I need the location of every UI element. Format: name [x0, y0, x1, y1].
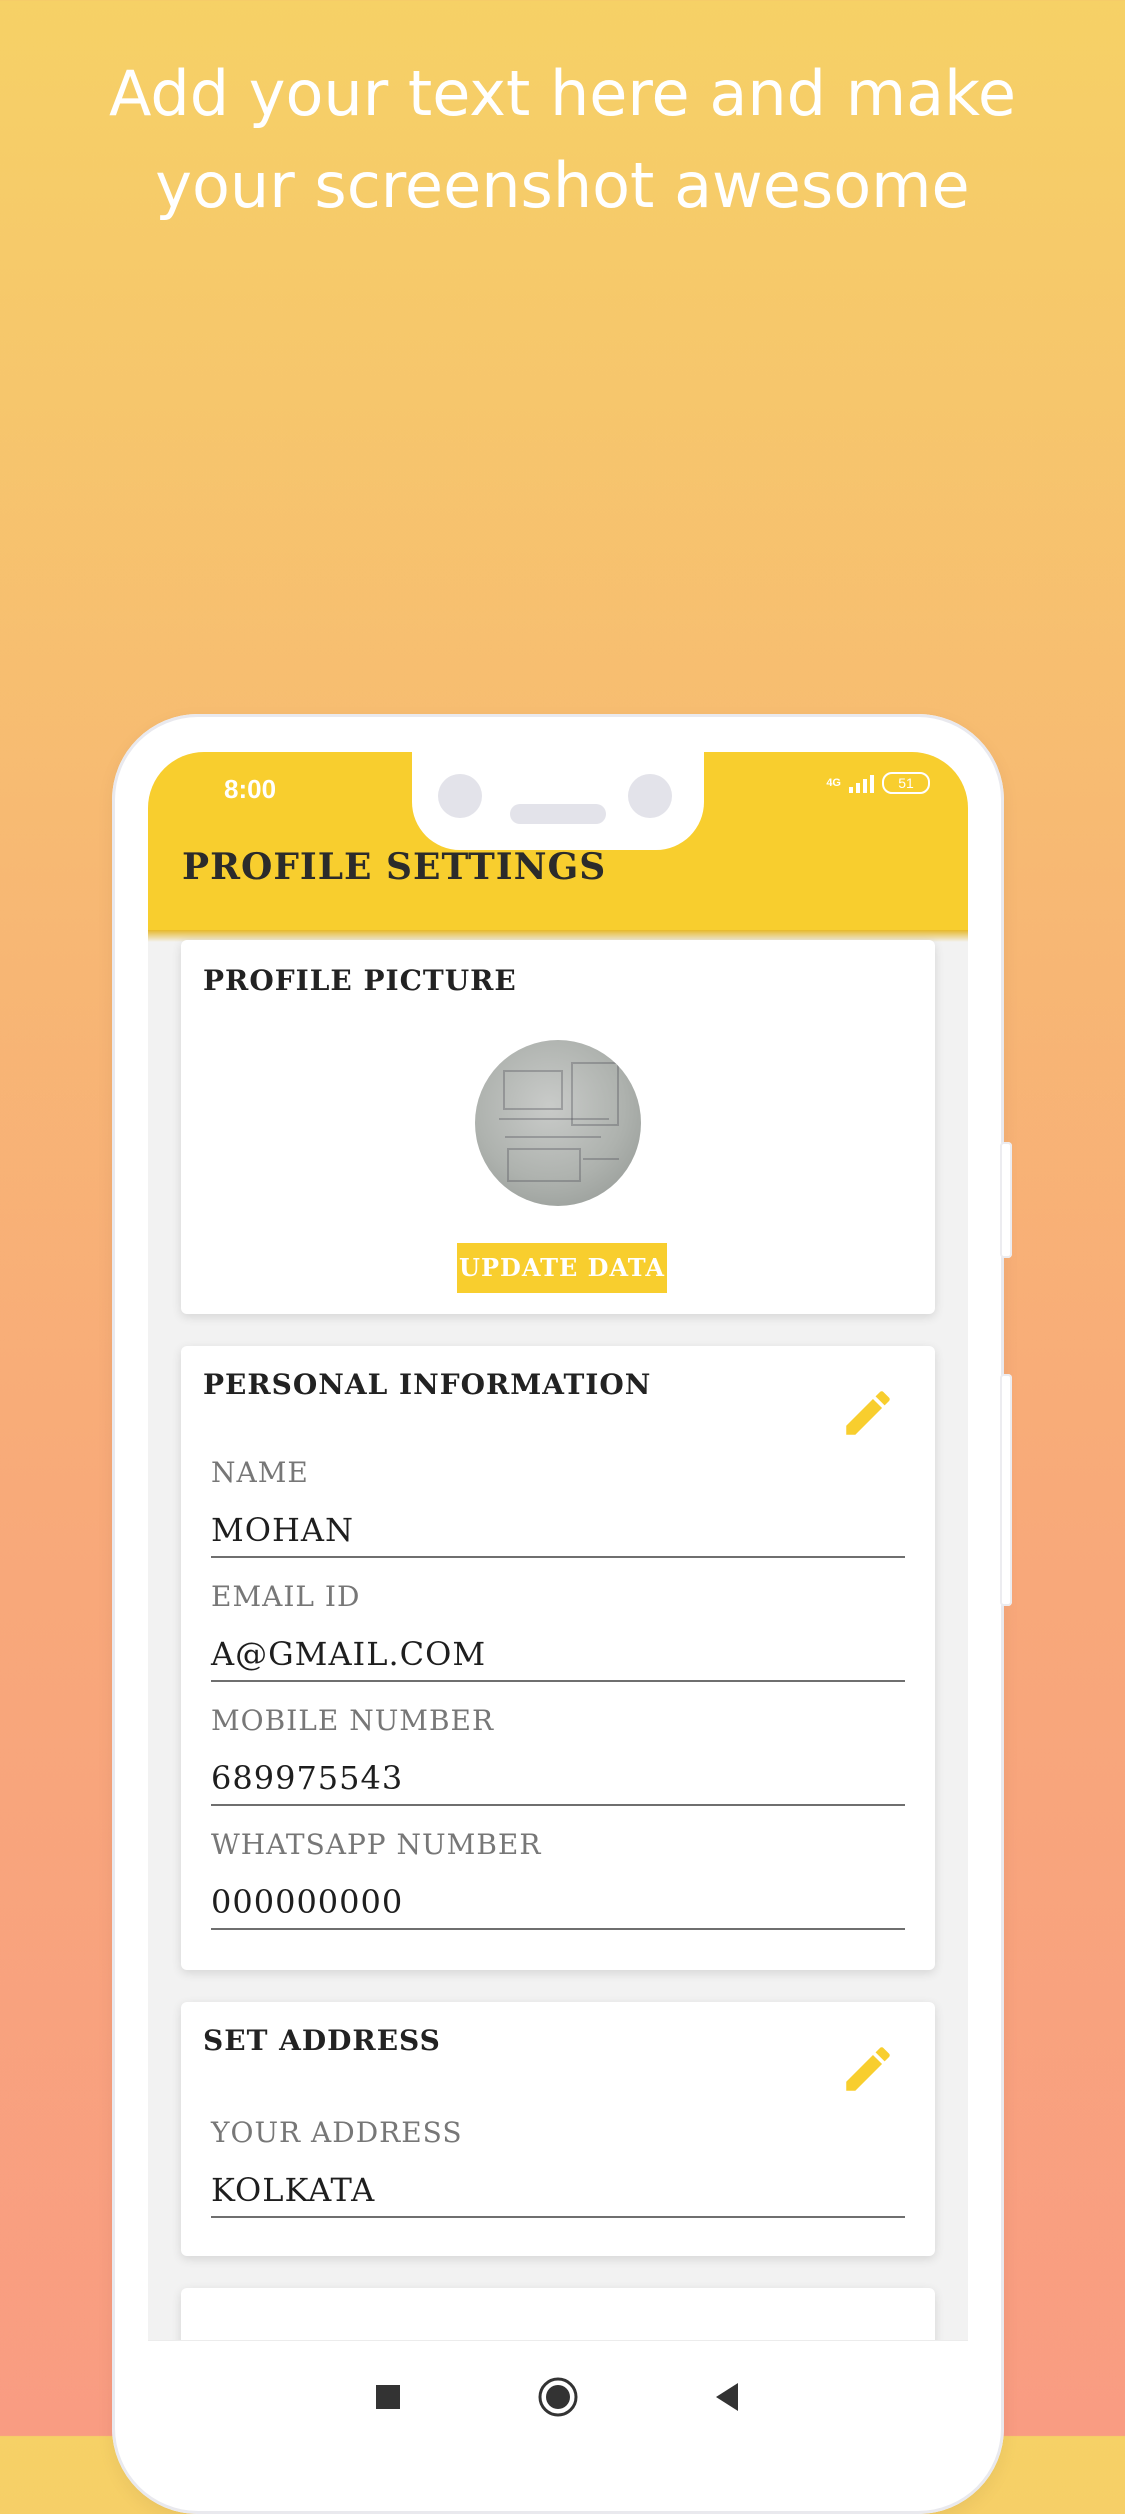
personal-information-card: PERSONAL INFORMATION NAME MOHAN EMAIL ID…	[181, 1346, 935, 1970]
home-button[interactable]	[534, 2373, 582, 2421]
promo-headline: Add your text here and make your screens…	[0, 48, 1125, 232]
phone-volume-button	[1000, 1142, 1012, 1258]
battery-icon: 51	[882, 772, 930, 794]
address-label: YOUR ADDRESS	[211, 2116, 463, 2149]
front-sensor-icon	[628, 774, 672, 818]
update-data-button[interactable]: UPDATE DATA	[457, 1243, 667, 1293]
profile-avatar[interactable]	[475, 1040, 641, 1206]
profile-picture-title: PROFILE PICTURE	[203, 964, 517, 997]
recents-square-icon	[376, 2385, 400, 2409]
app-bar: 8:00 4G 51 PROFILE SETTINGS	[148, 752, 968, 930]
whatsapp-number-label: WHATSAPP NUMBER	[211, 1828, 542, 1861]
status-icons: 4G 51	[826, 772, 930, 794]
name-label: NAME	[211, 1456, 309, 1489]
pencil-icon	[846, 1391, 890, 1435]
back-button[interactable]	[704, 2373, 752, 2421]
edit-personal-info-button[interactable]	[839, 1384, 897, 1442]
app-screen: 8:00 4G 51 PROFILE SETTINGS PROFILE PICT…	[148, 752, 968, 2452]
edit-address-button[interactable]	[839, 2040, 897, 2098]
promo-headline-line-2: your screenshot awesome	[155, 149, 970, 222]
signal-icon	[849, 773, 874, 793]
home-circle-icon	[538, 2377, 578, 2417]
profile-picture-card: PROFILE PICTURE UPDATE DATA	[181, 940, 935, 1314]
pencil-icon	[846, 2047, 890, 2091]
mobile-number-label: MOBILE NUMBER	[211, 1704, 495, 1737]
personal-information-title: PERSONAL INFORMATION	[203, 1368, 652, 1401]
promo-headline-line-1: Add your text here and make	[109, 57, 1016, 130]
mobile-number-field[interactable]: 689975543	[211, 1758, 905, 1806]
email-label: EMAIL ID	[211, 1580, 361, 1613]
back-triangle-icon	[716, 2383, 738, 2411]
name-field[interactable]: MOHAN	[211, 1510, 905, 1558]
whatsapp-number-field[interactable]: 000000000	[211, 1882, 905, 1930]
system-navigation-bar	[148, 2340, 968, 2452]
email-field[interactable]: A@GMAIL.COM	[211, 1634, 905, 1682]
earpiece-speaker	[510, 804, 606, 824]
network-type-label: 4G	[826, 777, 841, 789]
page-title: PROFILE SETTINGS	[182, 846, 607, 888]
recents-button[interactable]	[364, 2373, 412, 2421]
set-address-card: SET ADDRESS YOUR ADDRESS KOLKATA	[181, 2002, 935, 2256]
set-address-title: SET ADDRESS	[203, 2024, 441, 2057]
front-camera-icon	[438, 774, 482, 818]
status-time: 8:00	[224, 774, 277, 804]
address-field[interactable]: KOLKATA	[211, 2170, 905, 2218]
phone-power-button	[1000, 1374, 1012, 1606]
